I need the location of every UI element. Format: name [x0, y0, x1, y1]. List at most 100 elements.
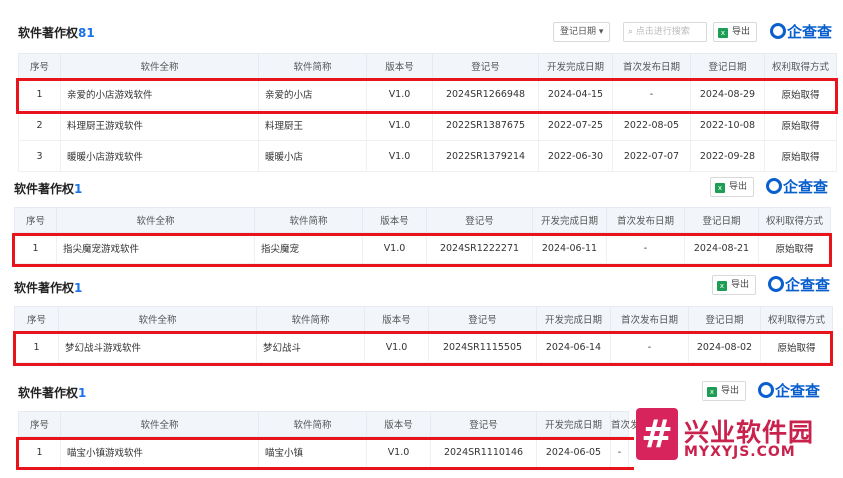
cell-publish-date: 2022-08-05: [612, 109, 691, 141]
excel-icon: x: [715, 183, 725, 193]
cell-full-name[interactable]: 料理厨王游戏软件: [60, 109, 259, 141]
table-header: 序号 软件全称 软件简称 版本号 登记号 开发完成日期 首次发布日期: [18, 411, 668, 437]
cell-short-name: 料理厨王: [258, 109, 367, 141]
export-label: 导出: [721, 386, 740, 396]
col-header: 序号: [14, 207, 57, 233]
table-row[interactable]: 2 料理厨王游戏软件 料理厨王 V1.0 2022SR1387675 2022-…: [18, 109, 837, 141]
cell-reg-date: 2022-09-28: [690, 140, 765, 172]
col-header: 软件全称: [60, 411, 259, 437]
logo-text: 企查查: [785, 276, 831, 294]
col-header: 开发完成日期: [536, 306, 611, 332]
panel-title-text: 软件著作权: [14, 281, 75, 295]
cell-publish-date: 2022-07-07: [612, 140, 691, 172]
cell-full-name[interactable]: 暖暖小店游戏软件: [60, 140, 259, 172]
cell-reg-number: 2022SR1387675: [432, 109, 539, 141]
export-button[interactable]: x 导出: [710, 177, 755, 197]
col-header: 开发完成日期: [536, 411, 611, 437]
col-header: 软件简称: [254, 207, 363, 233]
col-header: 软件简称: [258, 411, 367, 437]
excel-icon: x: [707, 387, 717, 397]
panel-count: 1: [74, 182, 83, 196]
cell-version: V1.0: [366, 140, 433, 172]
qichacha-logo: 企查查: [768, 275, 830, 295]
col-header: 软件全称: [58, 306, 257, 332]
col-header: 版本号: [366, 411, 431, 437]
cell-short-name: 暖暖小店: [258, 140, 367, 172]
col-header: 软件全称: [60, 53, 259, 79]
col-header: 登记号: [432, 53, 539, 79]
cell-acquire-method: 原始取得: [764, 109, 837, 141]
col-header: 权利取得方式: [758, 207, 831, 233]
col-header: 版本号: [364, 306, 429, 332]
col-header: 软件简称: [258, 53, 367, 79]
qichacha-logo-icon: [758, 382, 774, 398]
export-label: 导出: [729, 182, 748, 192]
panel-title: 软件著作权1: [14, 180, 82, 197]
excel-icon: x: [717, 281, 727, 291]
cell-index: 3: [18, 140, 61, 172]
col-header: 登记号: [428, 306, 537, 332]
panel-title-text: 软件著作权: [18, 26, 79, 40]
highlight-box: [12, 233, 832, 267]
export-button[interactable]: x 导出: [713, 22, 758, 42]
col-header: 开发完成日期: [532, 207, 607, 233]
cell-dev-date: 2022-07-25: [538, 109, 613, 141]
qichacha-logo-icon: [768, 276, 784, 292]
excel-icon: x: [718, 28, 728, 38]
highlight-box: [13, 331, 833, 366]
logo-text: 企查查: [783, 178, 829, 196]
panel-count: 1: [74, 281, 83, 295]
qichacha-logo-icon: [766, 178, 782, 194]
table-row[interactable]: 3 暖暖小店游戏软件 暖暖小店 V1.0 2022SR1379214 2022-…: [18, 140, 837, 172]
panel-title: 软件著作权81: [18, 24, 95, 41]
watermark-logo-mark: #: [636, 408, 678, 460]
col-header: 软件简称: [256, 306, 365, 332]
col-header: 登记日期: [690, 53, 765, 79]
export-label: 导出: [732, 27, 751, 37]
panel-title: 软件著作权1: [18, 384, 86, 401]
col-header: 登记号: [430, 411, 537, 437]
cell-acquire-method: 原始取得: [764, 140, 837, 172]
panel-title-text: 软件著作权: [18, 386, 79, 400]
qichacha-logo: 企查查: [766, 177, 828, 197]
col-header: 权利取得方式: [760, 306, 833, 332]
cell-index: 2: [18, 109, 61, 141]
search-placeholder: 点击进行搜索: [635, 27, 690, 37]
col-header: 权利取得方式: [764, 53, 837, 79]
col-header: 首次发布日期: [610, 411, 668, 437]
search-input[interactable]: ⌕ 点击进行搜索: [623, 22, 707, 42]
col-header: 首次发布日期: [606, 207, 685, 233]
col-header: 登记日期: [684, 207, 759, 233]
col-header: 版本号: [362, 207, 427, 233]
export-button[interactable]: x 导出: [702, 381, 747, 401]
col-header: 软件全称: [56, 207, 255, 233]
qichacha-logo-icon: [770, 23, 786, 39]
export-label: 导出: [731, 280, 750, 290]
highlight-box: [16, 437, 634, 470]
cell-reg-number: 2022SR1379214: [432, 140, 539, 172]
panel-title: 软件著作权1: [14, 279, 82, 296]
export-button[interactable]: x 导出: [712, 275, 757, 295]
search-icon: ⌕: [628, 27, 634, 37]
col-header: 版本号: [366, 53, 433, 79]
col-header: 序号: [14, 306, 59, 332]
col-header: 登记日期: [688, 306, 761, 332]
table-header: 序号 软件全称 软件简称 版本号 登记号 开发完成日期 首次发布日期 登记日期 …: [14, 207, 831, 233]
table-header: 序号 软件全称 软件简称 版本号 登记号 开发完成日期 首次发布日期 登记日期 …: [18, 53, 837, 79]
col-header: 登记号: [426, 207, 533, 233]
col-header: 首次发布日期: [612, 53, 691, 79]
qichacha-logo: 企查查: [770, 22, 832, 42]
cell-version: V1.0: [366, 109, 433, 141]
table-header: 序号 软件全称 软件简称 版本号 登记号 开发完成日期 首次发布日期 登记日期 …: [14, 306, 833, 332]
highlight-box: [16, 78, 838, 114]
col-header: 序号: [18, 411, 61, 437]
col-header: 序号: [18, 53, 61, 79]
date-filter-dropdown[interactable]: 登记日期 ▾: [553, 22, 611, 42]
qichacha-logo: 企查查: [758, 381, 820, 401]
col-header: 开发完成日期: [538, 53, 613, 79]
logo-text: 企查查: [787, 23, 833, 41]
cell-reg-date: 2022-10-08: [690, 109, 765, 141]
watermark-subtitle: MYXYJS.COM: [684, 444, 796, 460]
col-header: 首次发布日期: [610, 306, 689, 332]
panel-title-text: 软件著作权: [14, 182, 75, 196]
